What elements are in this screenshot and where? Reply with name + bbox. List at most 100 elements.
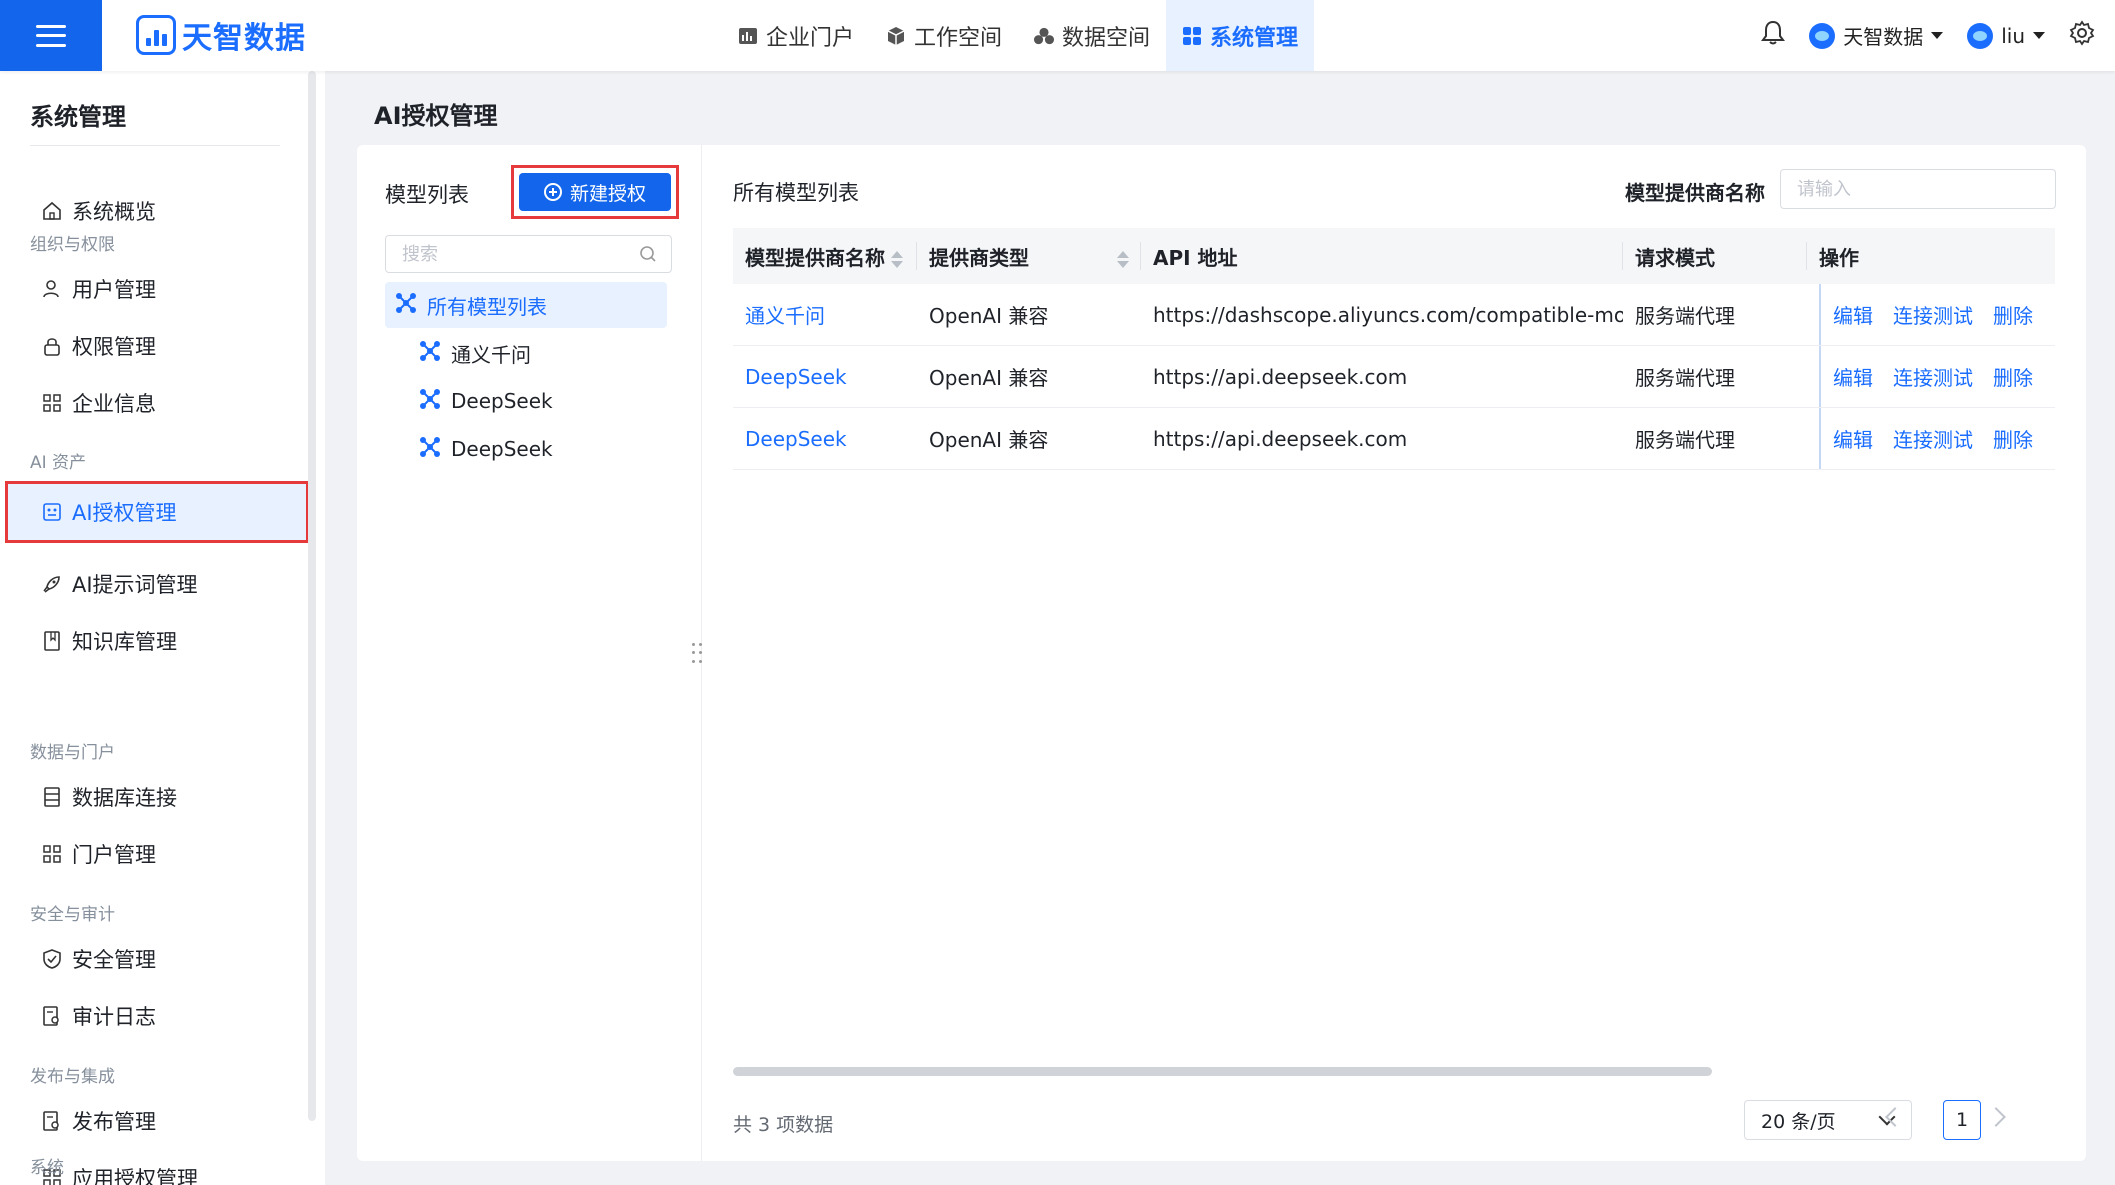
model-table-pane: 所有模型列表 模型提供商名称 模型提供商名称 提供商类型 API 地址 请求模式… bbox=[733, 145, 2063, 1161]
edit-button[interactable]: 编辑 bbox=[1833, 300, 1873, 329]
column-header-type[interactable]: 提供商类型 bbox=[917, 228, 1141, 284]
sidebar-group-ai: AI 资产 bbox=[30, 453, 87, 473]
page-number-button[interactable]: 1 bbox=[1943, 1100, 1981, 1140]
sidebar-item-audit-log[interactable]: 审计日志 bbox=[30, 988, 300, 1044]
sidebar-item-label: 门户管理 bbox=[72, 843, 156, 867]
page-size-select[interactable]: 20 条/页 bbox=[1744, 1100, 1912, 1140]
apps-icon bbox=[42, 844, 62, 864]
user-icon bbox=[42, 279, 62, 299]
app-logo[interactable]: 天智数据 bbox=[136, 14, 306, 56]
connection-test-button[interactable]: 连接测试 bbox=[1893, 300, 1973, 329]
sidebar-title: 系统管理 bbox=[30, 103, 126, 131]
sidebar-item-label: 安全管理 bbox=[72, 948, 156, 972]
sidebar-item-users[interactable]: 用户管理 bbox=[30, 261, 300, 317]
model-list-title: 模型列表 bbox=[385, 183, 469, 207]
provider-name-filter-input[interactable] bbox=[1780, 169, 2056, 209]
sidebar-item-knowledge-base[interactable]: 知识库管理 bbox=[30, 613, 300, 669]
user-menu[interactable]: liu bbox=[1967, 22, 2045, 49]
provider-name-link[interactable]: DeepSeek bbox=[733, 407, 917, 470]
logo-text: 天智数据 bbox=[182, 21, 306, 56]
caret-down-icon bbox=[2033, 32, 2045, 39]
caret-down-icon bbox=[1931, 32, 1944, 39]
sidebar-item-enterprise-info[interactable]: 企业信息 bbox=[30, 375, 300, 431]
sidebar-item-label: AI提示词管理 bbox=[72, 573, 198, 597]
sidebar-item-ai-prompts[interactable]: AI提示词管理 bbox=[30, 556, 300, 612]
connection-test-button[interactable]: 连接测试 bbox=[1893, 362, 1973, 391]
table-row: 通义千问 OpenAI 兼容 https://dashscope.aliyunc… bbox=[733, 284, 2055, 346]
button-label: 新建授权 bbox=[569, 182, 646, 205]
sidebar-item-label: 企业信息 bbox=[72, 392, 156, 416]
database-icon bbox=[42, 787, 62, 807]
sidebar-item-permissions[interactable]: 权限管理 bbox=[30, 318, 300, 374]
tree-item-model[interactable]: DeepSeek bbox=[385, 378, 667, 424]
gear-icon[interactable] bbox=[2069, 20, 2095, 51]
org-switcher[interactable]: 天智数据 bbox=[1809, 21, 1944, 50]
top-nav: 企业门户 工作空间 数据空间 系统管理 bbox=[722, 0, 1315, 71]
sidebar-item-database-connection[interactable]: 数据库连接 bbox=[30, 769, 300, 825]
provider-name-link[interactable]: 通义千问 bbox=[733, 284, 917, 346]
org-avatar bbox=[1809, 22, 1836, 49]
tree-item-all-models[interactable]: 所有模型列表 bbox=[385, 282, 667, 328]
sidebar-divider bbox=[30, 145, 280, 146]
menu-toggle-button[interactable] bbox=[0, 0, 102, 71]
column-header-provider[interactable]: 模型提供商名称 bbox=[733, 228, 917, 284]
model-list-pane: 模型列表 新建授权 所有模型列表 通义千问 DeepSeek DeepSeek bbox=[357, 145, 702, 1161]
tree-item-model[interactable]: 通义千问 bbox=[385, 330, 667, 376]
nav-data-space[interactable]: 数据空间 bbox=[1018, 0, 1166, 71]
model-node-icon bbox=[419, 436, 441, 463]
column-label: 模型提供商名称 bbox=[745, 245, 885, 270]
publish-icon bbox=[42, 1111, 62, 1131]
provider-type-cell: OpenAI 兼容 bbox=[917, 345, 1141, 408]
edit-button[interactable]: 编辑 bbox=[1833, 424, 1873, 453]
sidebar-item-publish[interactable]: 发布管理 bbox=[30, 1093, 300, 1149]
sidebar: 系统管理 系统概览 组织与权限 用户管理 权限管理 企业信息 AI 资产 AI授… bbox=[0, 71, 325, 1185]
sidebar-item-ai-authorization[interactable]: AI授权管理 bbox=[5, 481, 309, 543]
plus-circle-icon bbox=[543, 183, 562, 201]
api-url-cell: https://api.deepseek.com bbox=[1141, 407, 1623, 470]
sidebar-item-security[interactable]: 安全管理 bbox=[30, 931, 300, 987]
main-panel: 模型列表 新建授权 所有模型列表 通义千问 DeepSeek DeepSeek bbox=[357, 145, 2086, 1161]
nav-label: 企业门户 bbox=[766, 25, 855, 51]
bell-icon[interactable] bbox=[1761, 20, 1786, 51]
delete-button[interactable]: 删除 bbox=[1993, 362, 2033, 391]
sidebar-item-label: 审计日志 bbox=[72, 1005, 156, 1029]
sidebar-scrollbar[interactable] bbox=[308, 71, 316, 1121]
edit-button[interactable]: 编辑 bbox=[1833, 362, 1873, 391]
provider-name-link[interactable]: DeepSeek bbox=[733, 345, 917, 408]
new-authorization-button[interactable]: 新建授权 bbox=[519, 173, 671, 211]
sidebar-item-app-authorization[interactable]: 应用授权管理 bbox=[30, 1150, 300, 1185]
filter-label: 模型提供商名称 bbox=[1625, 181, 1765, 205]
nav-system-management[interactable]: 系统管理 bbox=[1166, 0, 1315, 71]
pane-resize-handle[interactable] bbox=[692, 643, 706, 665]
delete-button[interactable]: 删除 bbox=[1993, 424, 2033, 453]
table-row: DeepSeek OpenAI 兼容 https://api.deepseek.… bbox=[733, 407, 2055, 470]
sidebar-group-system: 系统 bbox=[30, 1158, 64, 1178]
request-mode-cell: 服务端代理 bbox=[1623, 345, 1807, 408]
sort-icon[interactable] bbox=[891, 250, 903, 268]
delete-button[interactable]: 删除 bbox=[1993, 300, 2033, 329]
search-icon[interactable] bbox=[639, 245, 657, 263]
model-search-input[interactable] bbox=[402, 243, 622, 265]
robot-icon bbox=[42, 502, 62, 522]
header-actions: 天智数据 liu bbox=[1761, 0, 2095, 71]
sort-icon[interactable] bbox=[1117, 250, 1129, 268]
hamburger-icon bbox=[36, 24, 66, 47]
provider-type-cell: OpenAI 兼容 bbox=[917, 407, 1141, 470]
connection-test-button[interactable]: 连接测试 bbox=[1893, 424, 1973, 453]
tree-item-model[interactable]: DeepSeek bbox=[385, 426, 667, 472]
cube-icon bbox=[886, 26, 906, 46]
sidebar-group-publish: 发布与集成 bbox=[30, 1067, 115, 1087]
sidebar-group-data: 数据与门户 bbox=[30, 743, 115, 763]
tree-item-label: DeepSeek bbox=[451, 437, 553, 461]
table-horizontal-scrollbar[interactable] bbox=[733, 1067, 1712, 1076]
model-node-icon bbox=[419, 388, 441, 415]
sidebar-item-portal-management[interactable]: 门户管理 bbox=[30, 826, 300, 882]
request-mode-cell: 服务端代理 bbox=[1623, 407, 1807, 470]
next-page-icon[interactable] bbox=[1986, 1107, 2006, 1127]
nav-enterprise-portal[interactable]: 企业门户 bbox=[722, 0, 870, 71]
model-node-icon bbox=[395, 292, 417, 319]
user-name: liu bbox=[2001, 23, 2025, 48]
nav-workspace[interactable]: 工作空间 bbox=[870, 0, 1018, 71]
page-size-value: 20 条/页 bbox=[1761, 1110, 1836, 1133]
table-header-row: 模型提供商名称 提供商类型 API 地址 请求模式 操作 bbox=[733, 228, 2055, 284]
